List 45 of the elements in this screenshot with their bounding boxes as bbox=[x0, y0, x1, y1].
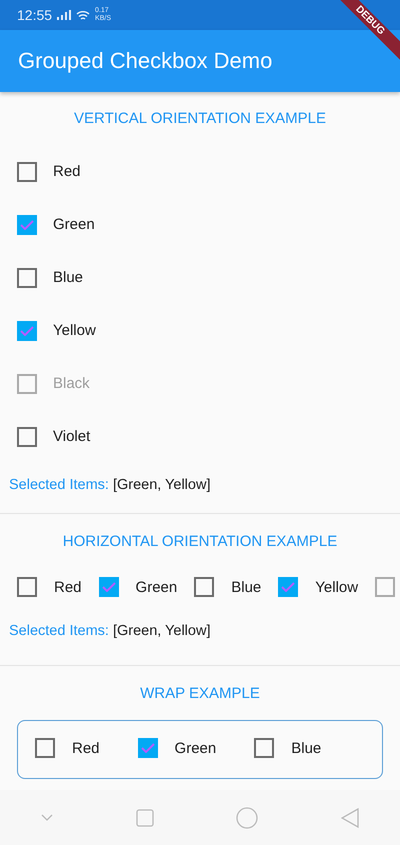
section-title: VERTICAL ORIENTATION EXAMPLE bbox=[73, 109, 327, 129]
recents-icon[interactable] bbox=[136, 808, 154, 826]
checkbox-label: Blue bbox=[231, 578, 262, 596]
selected-items-label: Selected Items: bbox=[9, 477, 109, 493]
signal-icon bbox=[57, 10, 72, 20]
checkbox-label: Violet bbox=[53, 428, 90, 445]
check-icon bbox=[102, 582, 116, 592]
back-icon[interactable] bbox=[340, 808, 359, 828]
checkbox-label: Blue bbox=[53, 269, 84, 286]
checkbox-label: Red bbox=[72, 740, 100, 756]
checkbox[interactable] bbox=[254, 738, 274, 758]
checkbox[interactable] bbox=[17, 426, 37, 446]
checkbox[interactable] bbox=[17, 320, 37, 340]
chevron-down-icon[interactable] bbox=[41, 814, 54, 822]
app-bar-title: Grouped Checkbox Demo bbox=[18, 48, 272, 74]
selected-items-label: Selected Items: bbox=[9, 623, 109, 639]
status-time: 12:55 bbox=[17, 7, 52, 23]
checkbox[interactable] bbox=[138, 738, 158, 758]
checkbox-label: Green bbox=[53, 216, 95, 233]
checkbox[interactable] bbox=[17, 162, 37, 182]
checkbox-label: Green bbox=[136, 578, 178, 596]
checkbox-label: Blue bbox=[291, 740, 322, 756]
checkbox-label: Green bbox=[174, 740, 216, 756]
selected-items-value: [Green, Yellow] bbox=[112, 623, 210, 639]
check-icon bbox=[20, 326, 34, 336]
check-icon bbox=[20, 220, 34, 230]
checkbox-label: Red bbox=[53, 163, 81, 180]
checkbox[interactable] bbox=[194, 577, 214, 597]
section-title: WRAP EXAMPLE bbox=[139, 684, 261, 704]
checkbox[interactable] bbox=[17, 268, 37, 288]
checkbox[interactable] bbox=[17, 214, 37, 234]
checkbox-label: Yellow bbox=[53, 322, 96, 339]
checkbox[interactable] bbox=[35, 738, 55, 758]
checkbox-label: Red bbox=[54, 578, 82, 596]
wifi-icon bbox=[76, 10, 90, 20]
checkbox-label: Black bbox=[53, 375, 90, 392]
checkbox[interactable] bbox=[17, 577, 37, 597]
selected-items-value: [Green, Yellow] bbox=[112, 477, 210, 493]
home-icon[interactable] bbox=[236, 806, 258, 828]
checkbox-label: Yellow bbox=[315, 578, 358, 596]
check-icon bbox=[140, 743, 155, 753]
checkbox[interactable] bbox=[98, 577, 119, 597]
section-title: HORIZONTAL ORIENTATION EXAMPLE bbox=[62, 532, 338, 552]
check-icon bbox=[281, 582, 296, 592]
checkbox[interactable] bbox=[278, 577, 298, 597]
